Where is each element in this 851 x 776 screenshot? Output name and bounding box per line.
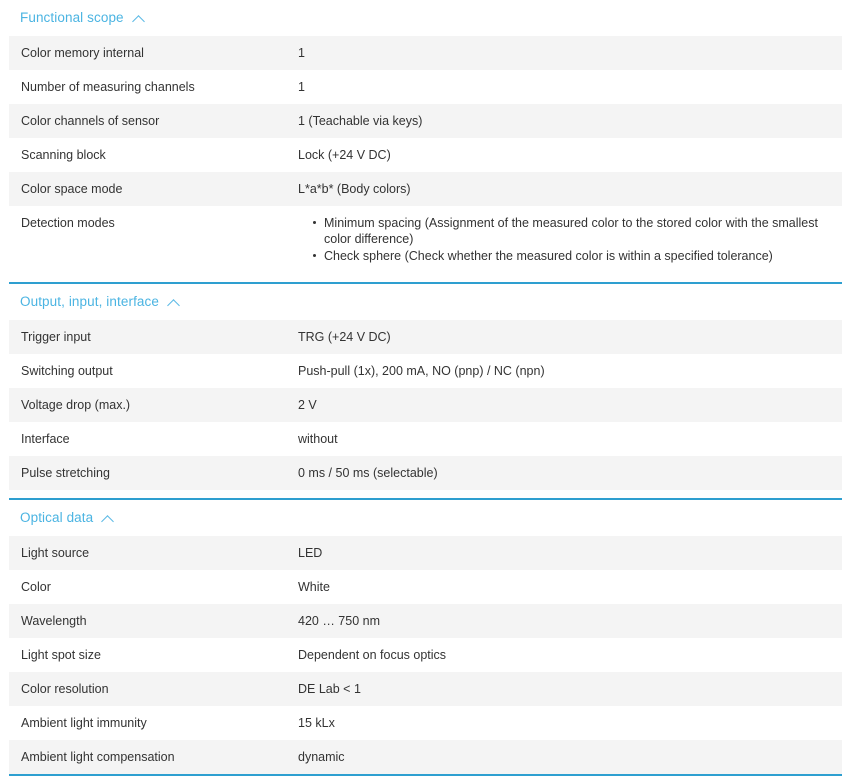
spec-value: White [298, 580, 330, 594]
table-row: Interface without [9, 422, 842, 456]
table-row: Light spot size Dependent on focus optics [9, 638, 842, 672]
spec-value: 1 (Teachable via keys) [298, 114, 423, 128]
spec-section: Optical data Light source LED Color White Wav… [9, 490, 842, 776]
spec-value: 15 kLx [298, 716, 335, 730]
spec-table: Trigger input TRG (+24 V DC) Switching out… [9, 320, 842, 490]
spec-value-list: Minimum spacing (Assignment of the measu… [298, 215, 828, 264]
spec-label: Color space mode [21, 182, 123, 196]
spec-table: Color memory internal 1 Number of measurin… [9, 36, 842, 274]
spec-label: Switching output [21, 364, 113, 378]
spec-label: Color [21, 580, 51, 594]
spec-sheet: Functional scope Color memory internal 1 Nu… [0, 0, 851, 776]
spec-label: Detection modes [21, 216, 115, 230]
table-row: Color space mode L*a*b* (Body colors) [9, 172, 842, 206]
spec-value: 0 ms / 50 ms (selectable) [298, 466, 438, 480]
table-row: Ambient light compensation dynamic [9, 740, 842, 774]
spec-label: Color channels of sensor [21, 114, 160, 128]
spec-value: without [298, 432, 338, 446]
table-row: Pulse stretching 0 ms / 50 ms (selectable… [9, 456, 842, 490]
spec-label: Interface [21, 432, 70, 446]
spec-value: Minimum spacing (Assignment of the measu… [298, 206, 842, 274]
list-item: Check sphere (Check whether the measured… [313, 248, 825, 264]
table-row: Number of measuring channels 1 [9, 70, 842, 104]
section-title: Output, input, interface [20, 294, 159, 310]
spec-label: Wavelength [21, 614, 87, 628]
table-row: Wavelength 420 … 750 nm [9, 604, 842, 638]
spec-label: Color resolution [21, 682, 109, 696]
spec-label: Pulse stretching [21, 466, 110, 480]
spec-label: Voltage drop (max.) [21, 398, 131, 412]
spec-value: 420 … 750 nm [298, 614, 380, 628]
table-row: Scanning block Lock (+24 V DC) [9, 138, 842, 172]
table-row: Light source LED [9, 536, 842, 570]
chevron-up-icon[interactable] [133, 12, 146, 25]
table-row: Color channels of sensor 1 (Teachable via… [9, 104, 842, 138]
spec-section: Output, input, interface Trigger input TRG… [9, 274, 842, 490]
section-header-1[interactable]: Output, input, interface [9, 284, 842, 320]
spec-value: 1 [298, 80, 305, 94]
spec-label: Number of measuring channels [21, 80, 195, 94]
spec-label: Ambient light immunity [21, 716, 147, 730]
spec-value: DE Lab < 1 [298, 682, 361, 696]
spec-label: Color memory internal [21, 46, 144, 60]
spec-label: Trigger input [21, 330, 91, 344]
spec-label: Ambient light compensation [21, 750, 175, 764]
list-item: Minimum spacing (Assignment of the measu… [313, 215, 825, 247]
table-row: Ambient light immunity 15 kLx [9, 706, 842, 740]
spec-value: 1 [298, 46, 305, 60]
table-row: Color memory internal 1 [9, 36, 842, 70]
spec-value: L*a*b* (Body colors) [298, 182, 411, 196]
section-title: Functional scope [20, 10, 124, 26]
chevron-up-icon[interactable] [102, 512, 115, 525]
spec-value: TRG (+24 V DC) [298, 330, 391, 344]
spec-label: Scanning block [21, 148, 106, 162]
section-header-2[interactable]: Optical data [9, 500, 842, 536]
spec-label: Light spot size [21, 648, 101, 662]
spec-section: Functional scope Color memory internal 1 Nu… [9, 0, 842, 274]
spec-value: Dependent on focus optics [298, 648, 447, 662]
spec-value: Push-pull (1x), 200 mA, NO (pnp) / NC (n… [298, 364, 545, 378]
table-row: Voltage drop (max.) 2 V [9, 388, 842, 422]
spec-value: dynamic [298, 750, 345, 764]
table-row: Trigger input TRG (+24 V DC) [9, 320, 842, 354]
spec-table: Light source LED Color White Wavelength 420 …… [9, 536, 842, 774]
spec-sections: Functional scope Color memory internal 1 Nu… [9, 0, 842, 776]
chevron-up-icon[interactable] [168, 296, 181, 309]
table-row: Detection modes Minimum spacing (Assignme… [9, 206, 842, 274]
spec-value: Lock (+24 V DC) [298, 148, 391, 162]
section-header-0[interactable]: Functional scope [9, 0, 842, 36]
spec-label: Light source [21, 546, 90, 560]
spec-value: 2 V [298, 398, 317, 412]
section-title: Optical data [20, 510, 94, 526]
spec-value: LED [298, 546, 323, 560]
table-row: Switching output Push-pull (1x), 200 mA, … [9, 354, 842, 388]
table-row: Color White [9, 570, 842, 604]
table-row: Color resolution DE Lab < 1 [9, 672, 842, 706]
